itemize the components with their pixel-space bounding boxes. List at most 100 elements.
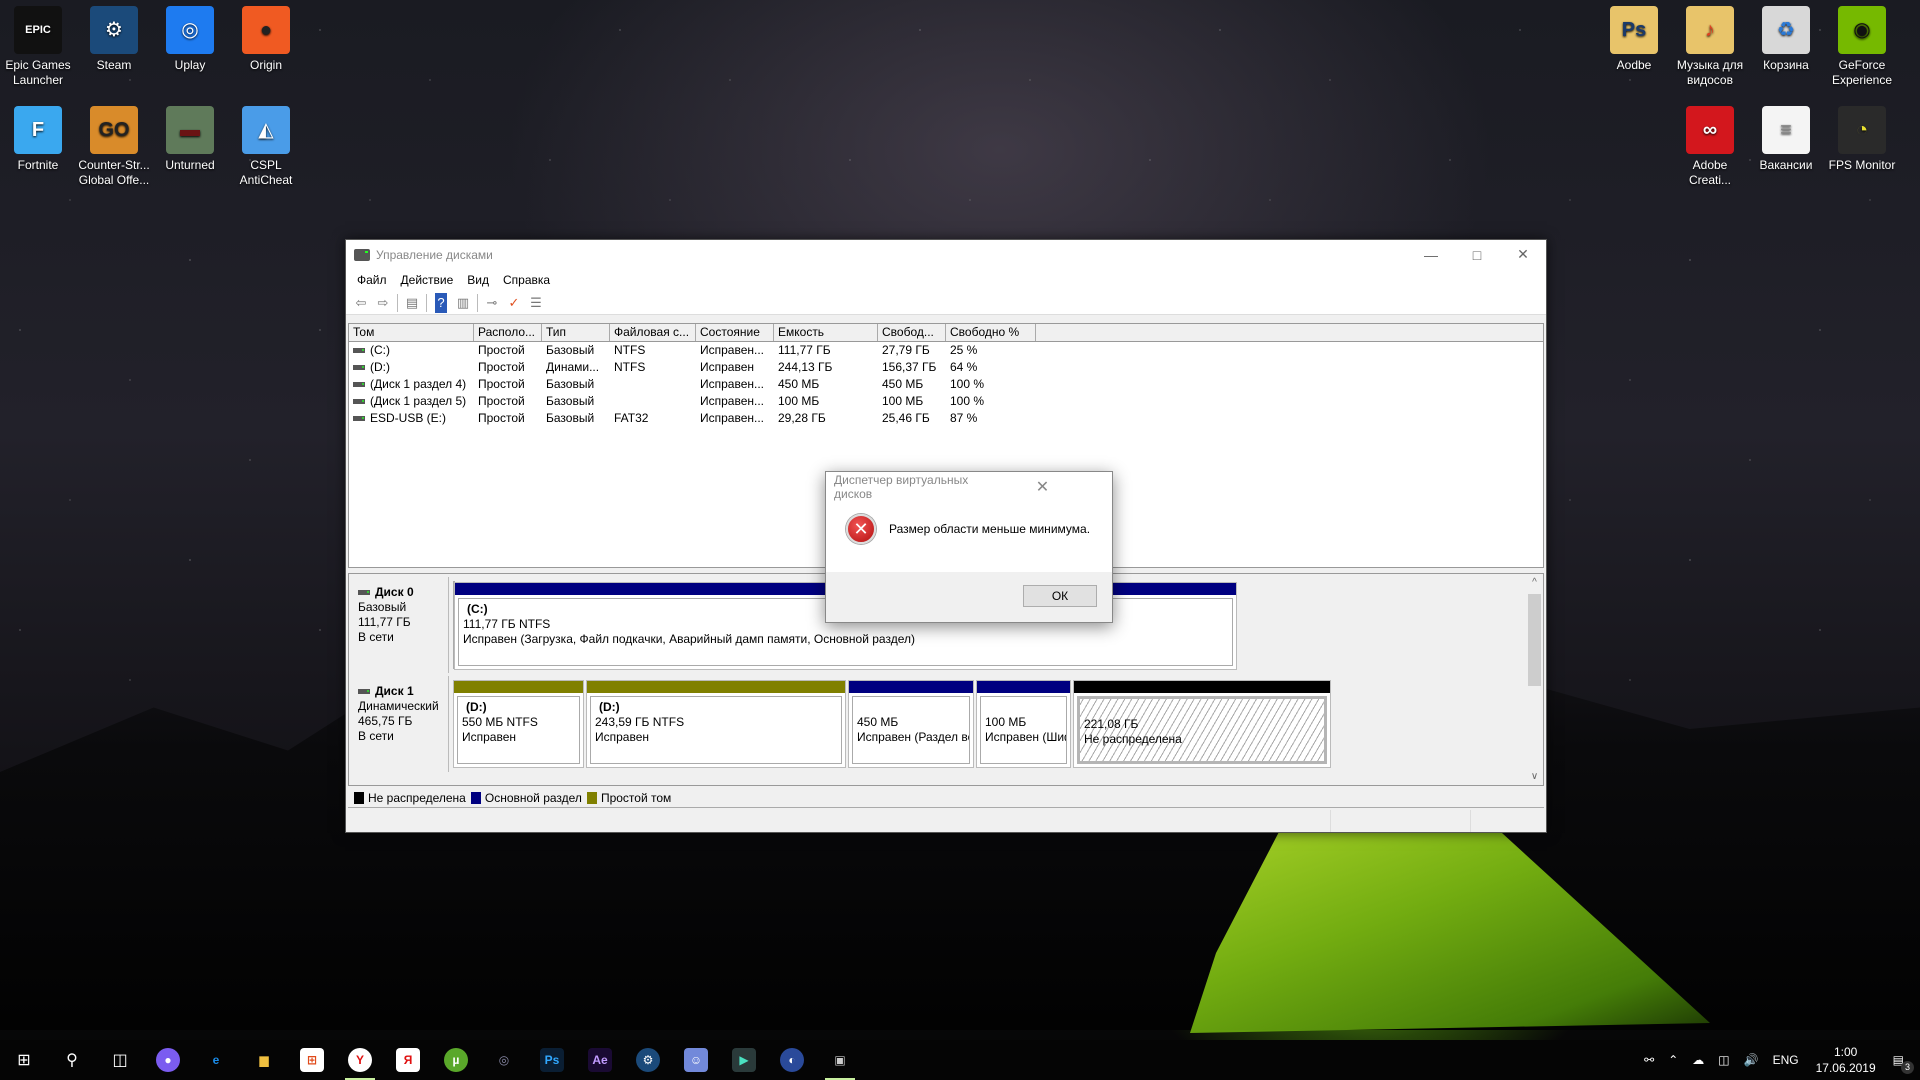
legend: Не распределена Основной раздел Простой то… [348, 788, 1544, 808]
column-header[interactable]: Свободно % [946, 324, 1036, 341]
menu-item[interactable]: Действие [394, 273, 461, 287]
desktop-shortcut[interactable]: Ps Aodbe [1596, 0, 1672, 73]
language-indicator[interactable]: ENG [1766, 1053, 1806, 1067]
steering-wheel-icon: ◎ [498, 1053, 510, 1067]
steam-taskbar-icon: ⚙ [636, 1048, 660, 1072]
dialog-title-bar[interactable]: Диспетчер виртуальных дисков ✕ [826, 472, 1112, 502]
scroll-down-icon[interactable]: ∨ [1526, 768, 1543, 785]
scrollbar-thumb[interactable] [1528, 594, 1541, 686]
onedrive-cloud-icon[interactable]: ☁ [1685, 1053, 1711, 1067]
taskbar-app-button[interactable]: ◐ [768, 1040, 816, 1080]
people-icon[interactable]: ⚯ [1637, 1053, 1661, 1067]
partition-title: (D:) [599, 700, 620, 714]
view-icon[interactable]: ☰ [525, 293, 547, 313]
disk-label[interactable]: Диск 0 Базовый 111,77 ГБ В сети [352, 577, 449, 673]
column-header[interactable]: Свобод... [878, 324, 946, 341]
taskbar-app-button[interactable]: ● [144, 1040, 192, 1080]
partition-primary[interactable]: 450 МБИсправен (Раздел восстан [848, 680, 974, 768]
ok-button[interactable]: ОК [1023, 585, 1097, 607]
table-row[interactable]: (Диск 1 раздел 4) Простой Базовый Исправен.… [349, 376, 1543, 393]
table-cell: (Диск 1 раздел 4) [349, 376, 474, 393]
connect-disk-icon[interactable]: ⊸ [481, 293, 503, 313]
column-header[interactable]: Том [349, 324, 474, 341]
taskbar-app-button[interactable]: Y [336, 1040, 384, 1080]
desktop-shortcut[interactable]: ◉ GeForce Experience [1824, 0, 1900, 88]
menu-item[interactable]: Файл [350, 273, 394, 287]
csgo-icon: GO [90, 106, 138, 154]
volume-drive-icon [353, 365, 365, 371]
table-row[interactable]: ESD-USB (E:) Простой Базовый FAT32 Исправен.… [349, 410, 1543, 427]
menu-item[interactable]: Вид [460, 273, 496, 287]
desktop-shortcut[interactable]: ♻ Корзина [1748, 0, 1824, 73]
taskbar-app-button[interactable]: ⊞ [288, 1040, 336, 1080]
partition-simple[interactable]: (D:) 243,59 ГБ NTFS Исправен [586, 680, 846, 768]
properties-icon[interactable]: ✓ [503, 293, 525, 313]
action-center-button[interactable]: ▤ 3 [1886, 1053, 1920, 1074]
title-bar[interactable]: Управление дисками — □ ✕ [346, 240, 1546, 269]
desktop-shortcut-label: Steam [96, 58, 132, 72]
show-action-pane-icon[interactable]: ▥ [452, 293, 474, 313]
folder-icon: Ps [1610, 6, 1658, 54]
taskbar-app-button[interactable]: ☺ [672, 1040, 720, 1080]
cell-text: Динами... [546, 360, 600, 374]
maximize-button[interactable]: □ [1454, 240, 1500, 269]
partition-unallocated[interactable]: 221,08 ГБ Не распределена [1073, 680, 1331, 768]
taskbar-app-button[interactable]: ▶ [720, 1040, 768, 1080]
taskbar-app-button[interactable]: ▣ [816, 1040, 864, 1080]
desktop-shortcut[interactable]: EPIC Epic Games Launcher [0, 0, 76, 88]
clock[interactable]: 1:00 17.06.2019 [1806, 1044, 1886, 1076]
taskbar-app-button[interactable]: Ps [528, 1040, 576, 1080]
desktop-shortcut[interactable]: ◭ CSPL AntiCheat [228, 100, 304, 188]
desktop-shortcut-label: Epic Games Launcher [5, 58, 71, 87]
back-icon[interactable]: ⇦ [350, 293, 372, 313]
disk-label[interactable]: Диск 1 Динамический 465,75 ГБ В сети [352, 676, 449, 772]
desktop-shortcut[interactable]: ≡ Вакансии [1748, 100, 1824, 173]
table-row[interactable]: (C:) Простой Базовый NTFS Исправен... 111,77 … [349, 342, 1543, 359]
forward-icon[interactable]: ⇨ [372, 293, 394, 313]
show-hidden-icons-chevron-icon[interactable]: ⌃ [1661, 1053, 1685, 1067]
taskbar-app-button[interactable]: ▆ [240, 1040, 288, 1080]
start-button[interactable]: ⊞ [0, 1040, 48, 1080]
column-header[interactable]: Файловая с... [610, 324, 696, 341]
desktop-shortcut[interactable]: F Fortnite [0, 100, 76, 173]
table-row[interactable]: (D:) Простой Динами... NTFS Исправен 244,13 Г… [349, 359, 1543, 376]
volume-icon[interactable]: 🔊 [1737, 1053, 1766, 1067]
partition-simple[interactable]: (D:) 550 МБ NTFS Исправен [453, 680, 584, 768]
search-button[interactable]: ⚲ [48, 1040, 96, 1080]
taskbar-app-button[interactable]: ◎ [480, 1040, 528, 1080]
taskbar-app-button[interactable]: e [192, 1040, 240, 1080]
dialog-close-icon[interactable]: ✕ [973, 477, 1112, 497]
vertical-scrollbar[interactable]: ^ ∨ [1526, 574, 1543, 785]
taskbar-app-button[interactable]: ⚙ [624, 1040, 672, 1080]
help-icon[interactable]: ? [435, 292, 447, 313]
table-cell: Исправен... [696, 376, 774, 393]
disk-size: 465,75 ГБ [358, 714, 413, 728]
network-icon[interactable]: ◫ [1711, 1053, 1736, 1067]
column-header[interactable]: Располо... [474, 324, 542, 341]
desktop-shortcut[interactable]: ◔ FPS Monitor [1824, 100, 1900, 173]
desktop-shortcut[interactable]: ∞ Adobe Creati... [1672, 100, 1748, 188]
menu-item[interactable]: Справка [496, 273, 557, 287]
minimize-button[interactable]: — [1408, 240, 1454, 269]
scroll-up-icon[interactable]: ^ [1526, 574, 1543, 591]
column-header[interactable]: Состояние [696, 324, 774, 341]
taskbar-app-button[interactable]: Ae [576, 1040, 624, 1080]
close-button[interactable]: ✕ [1500, 240, 1546, 269]
taskbar-app-button[interactable]: µ [432, 1040, 480, 1080]
task-view-button[interactable]: ◫ [96, 1040, 144, 1080]
partition-color-bar [454, 681, 583, 693]
desktop-shortcut[interactable]: ♪ Музыка для видосов [1672, 0, 1748, 88]
after-effects-icon: Ae [588, 1048, 612, 1072]
cell-text: (Диск 1 раздел 5) [370, 394, 467, 408]
taskbar-app-button[interactable]: Я [384, 1040, 432, 1080]
table-row[interactable]: (Диск 1 раздел 5) Простой Базовый Исправен.… [349, 393, 1543, 410]
desktop-shortcut[interactable]: ● Origin [228, 0, 304, 73]
partition-primary[interactable]: 100 МБИсправен (Шифро [976, 680, 1071, 768]
desktop-shortcut[interactable]: ▬ Unturned [152, 100, 228, 173]
desktop-shortcut[interactable]: ◎ Uplay [152, 0, 228, 73]
desktop-shortcut[interactable]: GO Counter-Str... Global Offe... [76, 100, 152, 188]
show-hide-console-tree-icon[interactable]: ▤ [401, 293, 423, 313]
column-header[interactable]: Емкость [774, 324, 878, 341]
column-header[interactable]: Тип [542, 324, 610, 341]
desktop-shortcut[interactable]: ⚙ Steam [76, 0, 152, 73]
